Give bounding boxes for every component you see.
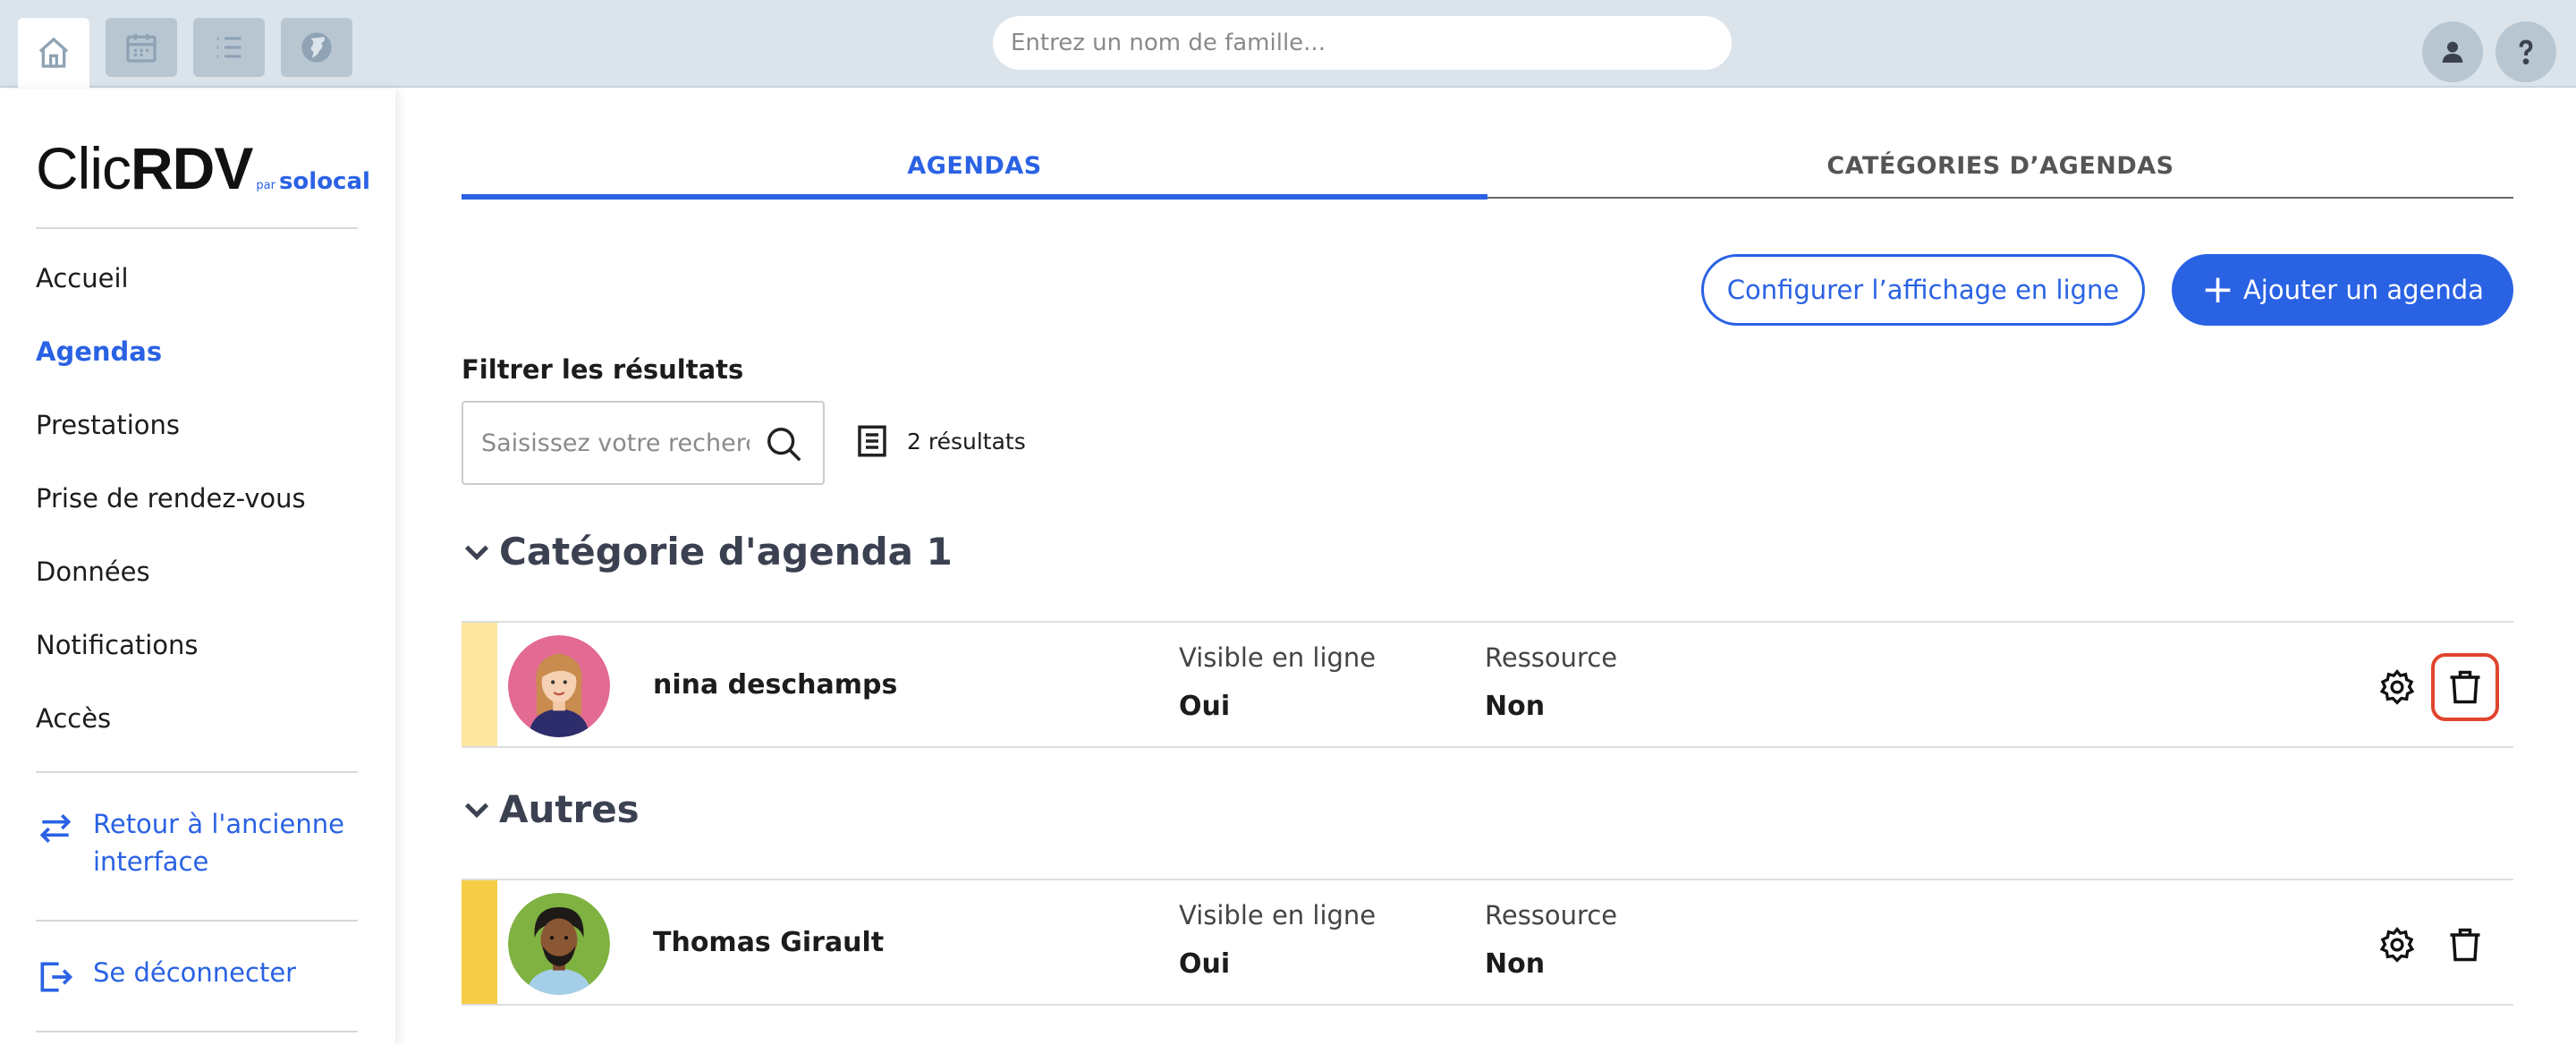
sidebar-divider [36,227,358,229]
chevron-down-icon [464,803,489,818]
help-icon [2519,39,2533,64]
sidebar-divider [36,920,358,922]
row-color-bar [462,880,497,1004]
old-interface-line2: interface [93,846,209,877]
help-button[interactable] [2496,21,2556,82]
filter-search-input[interactable] [481,429,750,457]
logout-label: Se déconnecter [93,957,297,988]
agenda-name: Thomas Girault [653,927,885,958]
agenda-row[interactable]: nina deschamps Visible en ligne Oui Ress… [462,621,2513,748]
group-title: Autres [499,787,640,831]
trash-icon [2450,928,2480,962]
sidebar-item-acces[interactable]: Accès [36,703,111,734]
results-count: 2 résultats [853,422,1026,460]
add-agenda-button[interactable]: + Ajouter un agenda [2172,254,2513,326]
sidebar-item-donnees[interactable]: Données [36,556,150,587]
plus-icon: + [2201,267,2234,312]
sidebar-item-notifications[interactable]: Notifications [36,630,199,660]
family-name-search-input[interactable] [993,16,1732,70]
agenda-row[interactable]: Thomas Girault Visible en ligne Oui Ress… [462,879,2513,1006]
filter-label: Filtrer les résultats [462,354,744,385]
logout-icon [40,962,73,992]
old-interface-line1: Retour à l'ancienne [93,809,344,839]
sidebar: Clic RDV par solocal Accueil Agendas Presta… [0,89,395,1045]
sidebar-divider [36,771,358,773]
sidebar-item-prestations[interactable]: Prestations [36,410,180,440]
sidebar-divider [36,1031,358,1032]
sidebar-item-prise-de-rendez-vous[interactable]: Prise de rendez-vous [36,483,306,514]
swap-arrows-icon [39,814,72,843]
sidebar-item-accueil[interactable]: Accueil [36,263,129,293]
visible-online-label: Visible en ligne [1179,900,1377,930]
add-agenda-label: Ajouter un agenda [2242,275,2484,305]
resource-value: Non [1485,948,1546,980]
old-interface-link[interactable]: Retour à l'ancienne interface [36,805,344,880]
home-icon [38,37,69,68]
globe-nav-button[interactable] [281,18,352,77]
delete-button[interactable] [2431,653,2499,721]
home-nav-button[interactable] [18,18,89,88]
calendar-icon [126,34,157,63]
agenda-tabs: AGENDAS CATÉGORIES D’AGENDAS [462,152,2513,200]
globe-icon [301,32,332,63]
clicrdv-logo: Clic RDV par solocal [36,134,370,202]
list-icon [216,37,242,58]
group-header-category-1[interactable]: Catégorie d'agenda 1 [462,530,953,573]
settings-button[interactable] [2363,911,2431,979]
avatar [508,635,610,737]
delete-button[interactable] [2431,911,2499,979]
trash-icon [2450,670,2480,704]
list-nav-button[interactable] [193,18,265,77]
visible-online-value: Oui [1179,948,1231,980]
resource-value: Non [1485,691,1546,722]
logo-solocal: solocal [278,168,370,195]
user-icon [2442,41,2463,63]
sidebar-item-agendas[interactable]: Agendas [36,336,162,367]
search-icon[interactable] [764,424,805,465]
logout-link[interactable]: Se déconnecter [36,954,296,997]
gear-icon [2379,668,2415,705]
top-bar [0,0,2576,88]
calendar-nav-button[interactable] [106,18,177,77]
gear-icon [2379,926,2415,963]
agenda-name: nina deschamps [653,669,898,701]
tab-categories-agendas[interactable]: CATÉGORIES D’AGENDAS [1487,152,2513,180]
settings-button[interactable] [2363,653,2431,721]
tab-agendas[interactable]: AGENDAS [462,152,1487,180]
group-header-autres[interactable]: Autres [462,787,640,831]
logo-rdv: RDV [131,135,253,201]
resource-label: Ressource [1485,900,1618,930]
visible-online-label: Visible en ligne [1179,642,1377,673]
avatar [508,893,610,995]
row-color-bar [462,623,497,746]
results-count-label: 2 résultats [907,428,1026,455]
chevron-down-icon [464,545,489,560]
active-tab-underline [462,194,1487,200]
configure-online-display-button[interactable]: Configurer l’affichage en ligne [1701,254,2145,326]
visible-online-value: Oui [1179,691,1231,722]
user-account-button[interactable] [2422,21,2483,82]
filter-search-box [462,401,825,485]
document-icon [858,425,886,457]
group-title: Catégorie d'agenda 1 [499,530,953,573]
logo-clic: Clic [36,135,131,201]
logo-par: par [256,179,275,192]
resource-label: Ressource [1485,642,1618,673]
